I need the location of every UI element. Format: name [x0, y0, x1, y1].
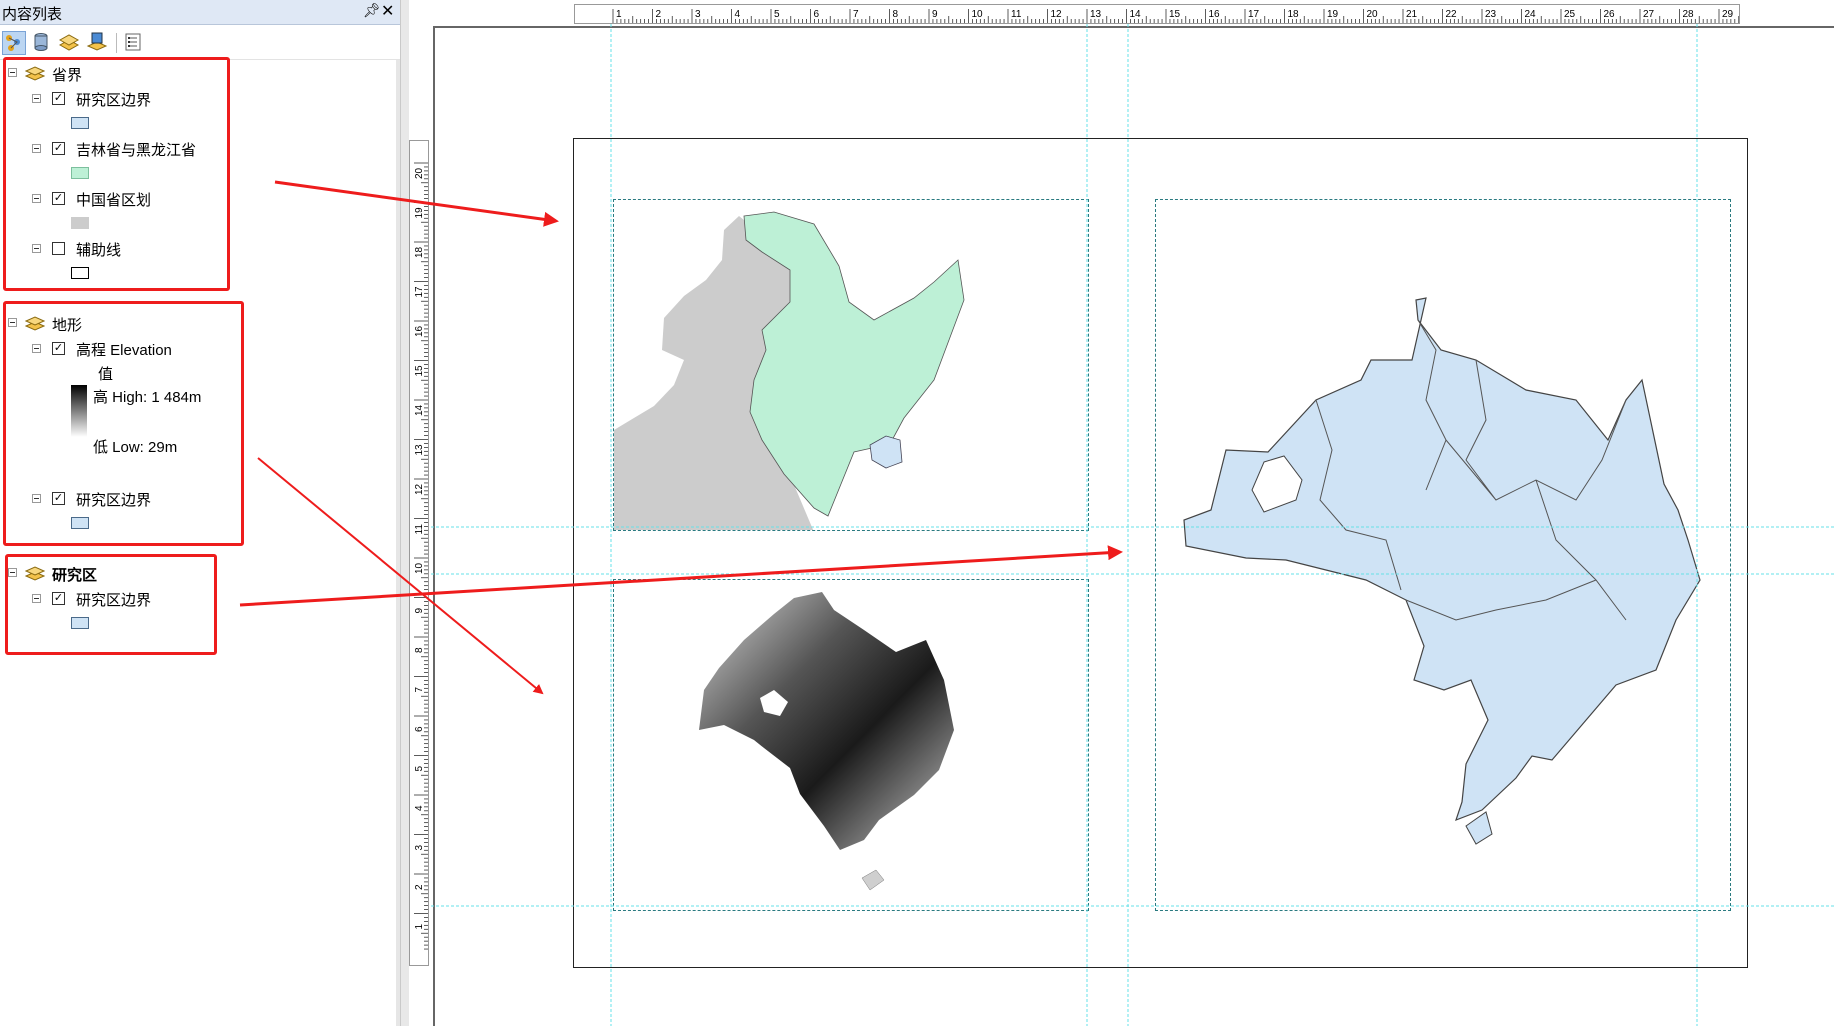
- annotation-arrow: [274, 180, 559, 227]
- annotation-arrow: [257, 457, 544, 695]
- annotation-arrow: [239, 545, 1123, 607]
- annotation-overlay: [239, 24, 1834, 1026]
